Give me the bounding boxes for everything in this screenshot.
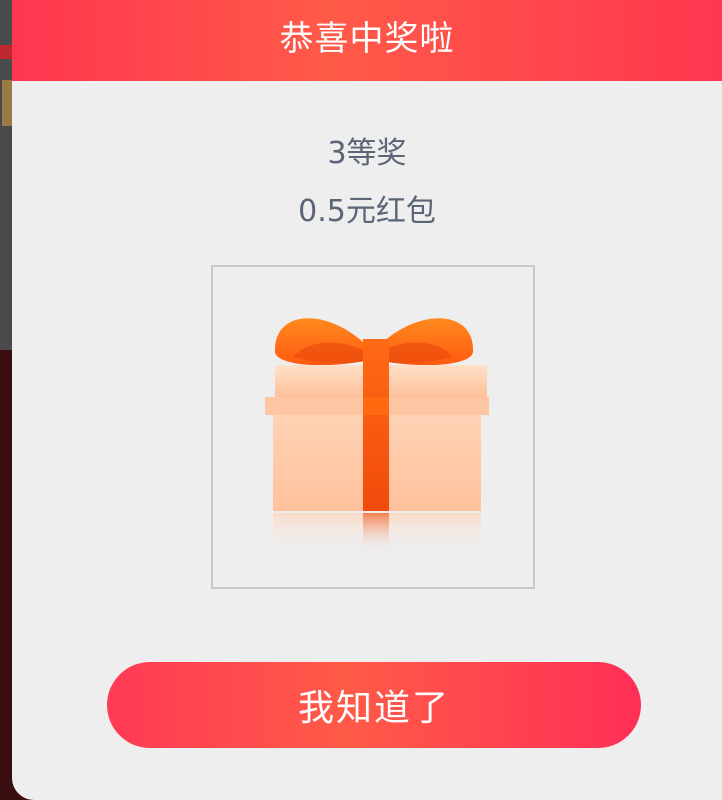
prize-name-text: 0.5元红包 [298,194,436,229]
prize-image-frame [211,265,535,589]
gift-box-icon [265,318,489,553]
confirm-button[interactable]: 我知道了 [107,662,641,748]
prize-level-text: 3等奖 [327,136,407,171]
dialog-header: 恭喜中奖啦 [12,0,722,81]
dialog-title: 恭喜中奖啦 [279,19,455,59]
prize-dialog: 恭喜中奖啦 3等奖 0.5元红包 我知道了 [12,0,722,800]
